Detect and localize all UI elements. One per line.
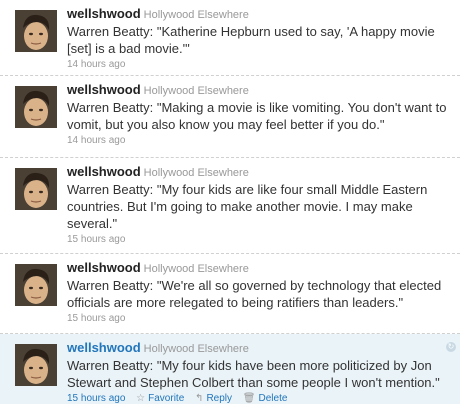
tweet-display-name: Hollywood Elsewhere — [143, 9, 249, 21]
star-icon: ☆ — [136, 393, 146, 404]
tweet-text: Warren Beatty: "Katherine Hepburn used t… — [67, 24, 435, 56]
tweet-timestamp[interactable]: 15 hours ago — [67, 393, 125, 404]
tweet-username[interactable]: wellshwood — [67, 340, 141, 355]
tweet-username[interactable]: wellshwood — [67, 164, 141, 179]
retweet-icon[interactable]: ↻ — [446, 342, 456, 352]
tweet-timestamp[interactable]: 14 hours ago — [67, 135, 125, 146]
tweet-username[interactable]: wellshwood — [67, 6, 141, 21]
trash-icon: 🗑︎ — [242, 393, 256, 404]
favorite-button[interactable]: ☆ Favorite — [136, 393, 184, 404]
tweet-text: Warren Beatty: "Making a movie is like v… — [67, 100, 447, 132]
tweet-item: wellshwood Hollywood Elsewhere Warren Bea… — [0, 158, 460, 254]
reply-button[interactable]: ↰ Reply — [195, 393, 232, 404]
reply-arrow-icon: ↰ — [195, 393, 204, 404]
delete-label: Delete — [258, 393, 288, 404]
avatar[interactable] — [15, 344, 57, 386]
tweet-display-name: Hollywood Elsewhere — [143, 263, 249, 275]
tweet-timeline: wellshwood Hollywood Elsewhere Warren Bea… — [0, 0, 460, 404]
tweet-timestamp[interactable]: 15 hours ago — [67, 234, 125, 245]
tweet-item: wellshwood Hollywood Elsewhere Warren Bea… — [0, 0, 460, 76]
delete-button[interactable]: 🗑︎ Delete — [243, 393, 288, 404]
tweet-text: Warren Beatty: "We're all so governed by… — [67, 278, 442, 310]
tweet-display-name: Hollywood Elsewhere — [143, 167, 249, 179]
tweet-username[interactable]: wellshwood — [67, 82, 141, 97]
tweet-text: Warren Beatty: "My four kids have been m… — [67, 358, 440, 390]
tweet-username[interactable]: wellshwood — [67, 260, 141, 275]
tweet-display-name: Hollywood Elsewhere — [143, 85, 249, 97]
tweet-text: Warren Beatty: "My four kids are like fo… — [67, 182, 428, 231]
tweet-item: wellshwood Hollywood Elsewhere Warren Bea… — [0, 76, 460, 158]
avatar[interactable] — [15, 10, 57, 52]
tweet-display-name: Hollywood Elsewhere — [143, 343, 249, 355]
favorite-label: Favorite — [148, 393, 185, 404]
tweet-timestamp[interactable]: 14 hours ago — [67, 59, 125, 70]
avatar[interactable] — [15, 168, 57, 210]
avatar[interactable] — [15, 264, 57, 306]
reply-label: Reply — [206, 393, 233, 404]
tweet-item: wellshwood Hollywood Elsewhere Warren Bea… — [0, 334, 460, 404]
avatar[interactable] — [15, 86, 57, 128]
tweet-timestamp[interactable]: 15 hours ago — [67, 313, 125, 324]
tweet-item: wellshwood Hollywood Elsewhere Warren Bea… — [0, 254, 460, 334]
